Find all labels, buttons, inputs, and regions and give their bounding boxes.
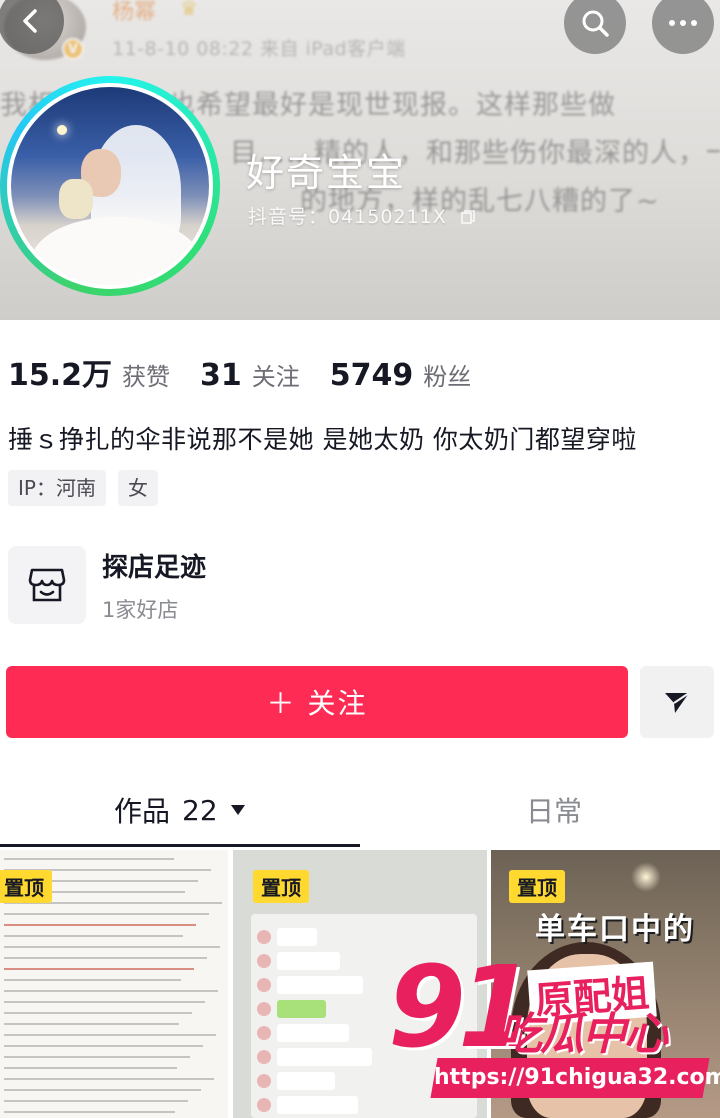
stat-number: 31 bbox=[200, 358, 242, 393]
tag-ip-location: IP：河南 bbox=[8, 470, 106, 506]
douyin-id-text: 抖音号：04150211X bbox=[248, 206, 447, 228]
tile-text-line bbox=[4, 1100, 188, 1102]
tile-text-line bbox=[4, 924, 196, 926]
content-tabs: 作品 22 日常 bbox=[0, 784, 720, 847]
stat-number: 15.2万 bbox=[8, 358, 113, 393]
tile-caption: 单车口中的 bbox=[535, 912, 695, 947]
tile-text-line bbox=[4, 1001, 205, 1003]
shop-text: 探店足迹 1家好店 bbox=[102, 547, 206, 624]
tile-text-line bbox=[4, 1078, 214, 1080]
follow-button[interactable]: ＋ 关注 bbox=[6, 666, 628, 738]
tile-text-line bbox=[4, 968, 194, 970]
watermark-url-text: https://91chigua32.com bbox=[434, 1065, 720, 1090]
caret-down-icon[interactable] bbox=[230, 804, 246, 816]
tab-works[interactable]: 作品 22 bbox=[114, 790, 246, 830]
avatar-photo bbox=[7, 83, 213, 289]
chat-bubble bbox=[277, 1096, 358, 1114]
chat-bubble bbox=[277, 976, 363, 994]
copy-icon[interactable] bbox=[460, 209, 476, 225]
search-icon bbox=[582, 10, 609, 37]
pinned-badge: 置顶 bbox=[253, 870, 309, 903]
shop-visits-entry[interactable]: 探店足迹 1家好店 bbox=[8, 546, 206, 624]
douyin-id[interactable]: 抖音号：04150211X bbox=[248, 202, 476, 229]
weibo-post-meta: 11-8-10 08:22 来自 iPad客户端 bbox=[112, 38, 406, 60]
watermark-logo-text: 吃瓜中心 bbox=[498, 1009, 668, 1060]
pinned-badge: 置顶 bbox=[0, 870, 52, 903]
tab-works-label: 作品 bbox=[114, 795, 171, 828]
tile-text-line bbox=[4, 935, 183, 937]
tile-text-line bbox=[4, 1045, 203, 1047]
share-button[interactable] bbox=[640, 666, 714, 738]
chat-avatar bbox=[257, 954, 271, 968]
chat-avatar bbox=[257, 1050, 271, 1064]
chat-bubble bbox=[277, 1048, 372, 1066]
stat-likes[interactable]: 15.2万 获赞 bbox=[8, 350, 170, 394]
shop-title: 探店足迹 bbox=[102, 552, 207, 583]
tile-text-line bbox=[4, 946, 220, 948]
tile-text-line bbox=[4, 979, 181, 981]
shop-subtitle: 1家好店 bbox=[102, 597, 179, 622]
stat-label: 获赞 bbox=[122, 363, 171, 391]
stat-label: 关注 bbox=[251, 363, 300, 391]
tab-works-count: 22 bbox=[182, 793, 218, 827]
tile-text-line bbox=[4, 1067, 177, 1069]
tile-text-line bbox=[4, 1034, 216, 1036]
profile-avatar[interactable] bbox=[0, 76, 220, 296]
tile-text-line bbox=[4, 913, 209, 915]
weibo-username: 杨幂 bbox=[112, 0, 157, 25]
chat-avatar bbox=[257, 978, 271, 992]
verified-badge-icon: V bbox=[62, 38, 84, 60]
chat-bubble bbox=[277, 1072, 335, 1090]
chat-bubble bbox=[277, 928, 317, 946]
stat-number: 5749 bbox=[329, 358, 414, 393]
chat-avatar bbox=[257, 1074, 271, 1088]
profile-cover: V 杨幂 ♛ 11-8-10 08:22 来自 iPad客户端 我相信一方，也希… bbox=[0, 0, 720, 320]
shop-icon-box bbox=[8, 546, 86, 624]
chat-avatar bbox=[257, 1026, 271, 1040]
tile-text-line bbox=[4, 957, 207, 959]
video-tile[interactable]: 置顶 bbox=[0, 850, 228, 1118]
tab-daily[interactable]: 日常 bbox=[526, 790, 582, 830]
avatar-moon bbox=[57, 125, 67, 135]
avatar-bouquet bbox=[59, 179, 93, 219]
tile-text-line bbox=[4, 990, 218, 992]
tile-text-line bbox=[4, 1012, 192, 1014]
more-icon bbox=[669, 20, 697, 26]
watermark-url: https://91chigua32.com bbox=[430, 1058, 720, 1098]
chat-bubble bbox=[277, 1000, 326, 1018]
chat-bubble bbox=[277, 1024, 349, 1042]
stat-following[interactable]: 31 关注 bbox=[200, 357, 300, 393]
tile-lamp bbox=[631, 862, 661, 892]
chat-avatar bbox=[257, 1098, 271, 1112]
shop-icon bbox=[28, 568, 66, 602]
chat-avatar bbox=[257, 930, 271, 944]
tile-text-line bbox=[4, 1111, 175, 1113]
crown-icon: ♛ bbox=[180, 0, 198, 20]
tile-text-line bbox=[4, 858, 174, 860]
tile-text-line bbox=[4, 1023, 179, 1025]
chat-avatar bbox=[257, 1002, 271, 1016]
share-icon bbox=[665, 692, 690, 713]
pinned-badge: 置顶 bbox=[509, 870, 565, 903]
tile-text-line bbox=[4, 1056, 190, 1058]
stat-label: 粉丝 bbox=[423, 363, 472, 391]
chat-bubble bbox=[277, 952, 340, 970]
profile-stats: 15.2万 获赞 31 关注 5749 粉丝 bbox=[8, 350, 501, 394]
active-tab-indicator bbox=[0, 844, 360, 847]
profile-tags: IP：河南 女 bbox=[8, 470, 170, 506]
profile-bio: 捶ｓ挣扎的伞非说那不是她 是她太奶 你太奶门都望穿啦 bbox=[8, 425, 637, 454]
back-icon bbox=[23, 9, 37, 33]
tile-text-line bbox=[4, 1089, 201, 1091]
stat-followers[interactable]: 5749 粉丝 bbox=[330, 357, 472, 393]
tag-gender: 女 bbox=[117, 470, 158, 506]
profile-nickname: 好奇宝宝 bbox=[246, 151, 407, 195]
